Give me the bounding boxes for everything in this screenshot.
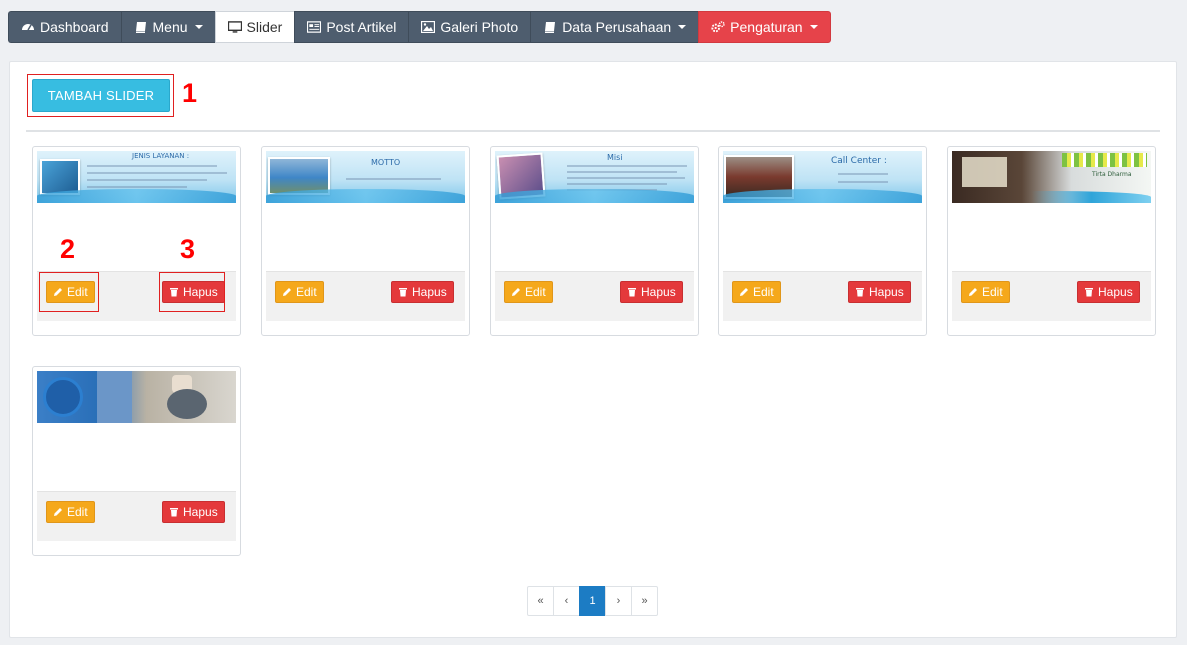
pencil-icon — [969, 288, 977, 296]
pencil-icon — [740, 288, 748, 296]
edit-label: Edit — [525, 285, 546, 299]
nav-post-artikel[interactable]: Post Artikel — [294, 11, 409, 43]
slide-card-footer: Edit Hapus — [952, 271, 1151, 321]
edit-button[interactable]: Edit — [732, 281, 781, 303]
slide-caption: Tirta Dharma — [1092, 171, 1132, 178]
nav-slider[interactable]: Slider — [214, 11, 295, 43]
nav-data-perusahaan-label: Data Perusahaan — [562, 19, 672, 35]
hapus-label: Hapus — [869, 285, 904, 299]
hapus-label: Hapus — [183, 505, 218, 519]
edit-button[interactable]: Edit — [275, 281, 324, 303]
book-icon — [134, 20, 148, 34]
slide-card: Edit Hapus — [32, 366, 241, 556]
edit-label: Edit — [296, 285, 317, 299]
annotation-number-2: 2 — [60, 234, 76, 264]
monitor-icon — [227, 20, 242, 34]
newspaper-icon — [307, 20, 322, 34]
hapus-button[interactable]: Hapus — [848, 281, 911, 303]
slide-card-footer: Edit Hapus — [495, 271, 694, 321]
image-icon — [421, 20, 436, 34]
nav-post-artikel-label: Post Artikel — [326, 19, 397, 35]
trash-icon — [170, 508, 178, 517]
nav-data-perusahaan[interactable]: Data Perusahaan — [530, 11, 699, 43]
edit-button[interactable]: Edit — [504, 281, 553, 303]
pencil-icon — [512, 288, 520, 296]
slide-caption: Misi — [607, 153, 623, 162]
top-navbar: Dashboard Menu Slider Post Artikel Galer… — [8, 11, 831, 43]
slide-thumbnail[interactable]: Tirta Dharma — [952, 151, 1151, 203]
slide-caption: JENIS LAYANAN : — [132, 152, 190, 160]
pagination-prev[interactable]: ‹ — [553, 586, 580, 616]
pencil-icon — [54, 508, 62, 516]
hapus-label: Hapus — [1098, 285, 1133, 299]
slide-card: Call Center : Edit Hapus — [718, 146, 927, 336]
nav-menu-label: Menu — [152, 19, 188, 35]
slide-card: Misi Edit Hapus — [490, 146, 699, 336]
annotation-number-1: 1 — [182, 78, 198, 108]
hapus-button[interactable]: Hapus — [162, 501, 225, 523]
pagination-first[interactable]: « — [527, 586, 554, 616]
divider — [26, 130, 1160, 132]
slide-thumbnail[interactable]: MOTTO — [266, 151, 465, 203]
caret-down-icon — [194, 25, 203, 29]
gears-icon — [711, 20, 725, 34]
annotation-box-2 — [39, 272, 99, 312]
slide-card-footer: Edit Hapus — [723, 271, 922, 321]
trash-icon — [399, 288, 407, 297]
slide-card: Tirta Dharma Edit Hapus — [947, 146, 1156, 336]
nav-pengaturan-label: Pengaturan — [730, 19, 803, 35]
hapus-label: Hapus — [641, 285, 676, 299]
nav-dashboard-label: Dashboard — [40, 19, 109, 35]
nav-menu[interactable]: Menu — [120, 11, 215, 43]
nav-pengaturan[interactable]: Pengaturan — [698, 11, 831, 43]
slider-panel: TAMBAH SLIDER 1 JENIS LAYANAN : Edit Hap… — [9, 61, 1177, 638]
hapus-button[interactable]: Hapus — [391, 281, 454, 303]
slide-thumbnail[interactable]: Misi — [495, 151, 694, 203]
book-icon — [543, 20, 557, 34]
dashboard-icon — [21, 20, 35, 34]
slide-card-footer: Edit Hapus — [37, 491, 236, 541]
slide-card-footer: Edit Hapus — [266, 271, 465, 321]
hapus-button[interactable]: Hapus — [1077, 281, 1140, 303]
trash-icon — [856, 288, 864, 297]
caret-down-icon — [809, 25, 818, 29]
edit-button[interactable]: Edit — [46, 501, 95, 523]
pencil-icon — [283, 288, 291, 296]
edit-label: Edit — [67, 505, 88, 519]
slide-thumbnail[interactable]: Call Center : — [723, 151, 922, 203]
nav-galeri-photo[interactable]: Galeri Photo — [408, 11, 531, 43]
pagination-last[interactable]: » — [631, 586, 658, 616]
edit-label: Edit — [753, 285, 774, 299]
nav-slider-label: Slider — [246, 19, 283, 35]
hapus-label: Hapus — [412, 285, 447, 299]
annotation-box-3 — [159, 272, 225, 312]
caret-down-icon — [678, 25, 687, 29]
slide-card: MOTTO Edit Hapus — [261, 146, 470, 336]
slide-thumbnail[interactable] — [37, 371, 236, 423]
trash-icon — [1085, 288, 1093, 297]
tambah-slider-button[interactable]: TAMBAH SLIDER — [32, 79, 170, 112]
edit-button[interactable]: Edit — [961, 281, 1010, 303]
hapus-button[interactable]: Hapus — [620, 281, 683, 303]
pagination: « ‹ 1 › » — [527, 586, 658, 616]
pagination-page-1[interactable]: 1 — [579, 586, 606, 616]
edit-label: Edit — [982, 285, 1003, 299]
nav-galeri-photo-label: Galeri Photo — [440, 19, 519, 35]
pagination-next[interactable]: › — [605, 586, 632, 616]
trash-icon — [628, 288, 636, 297]
nav-dashboard[interactable]: Dashboard — [8, 11, 121, 43]
slide-caption: Call Center : — [831, 156, 887, 166]
annotation-number-3: 3 — [180, 234, 196, 264]
slide-caption: MOTTO — [371, 158, 401, 167]
slide-thumbnail[interactable]: JENIS LAYANAN : — [37, 151, 236, 203]
